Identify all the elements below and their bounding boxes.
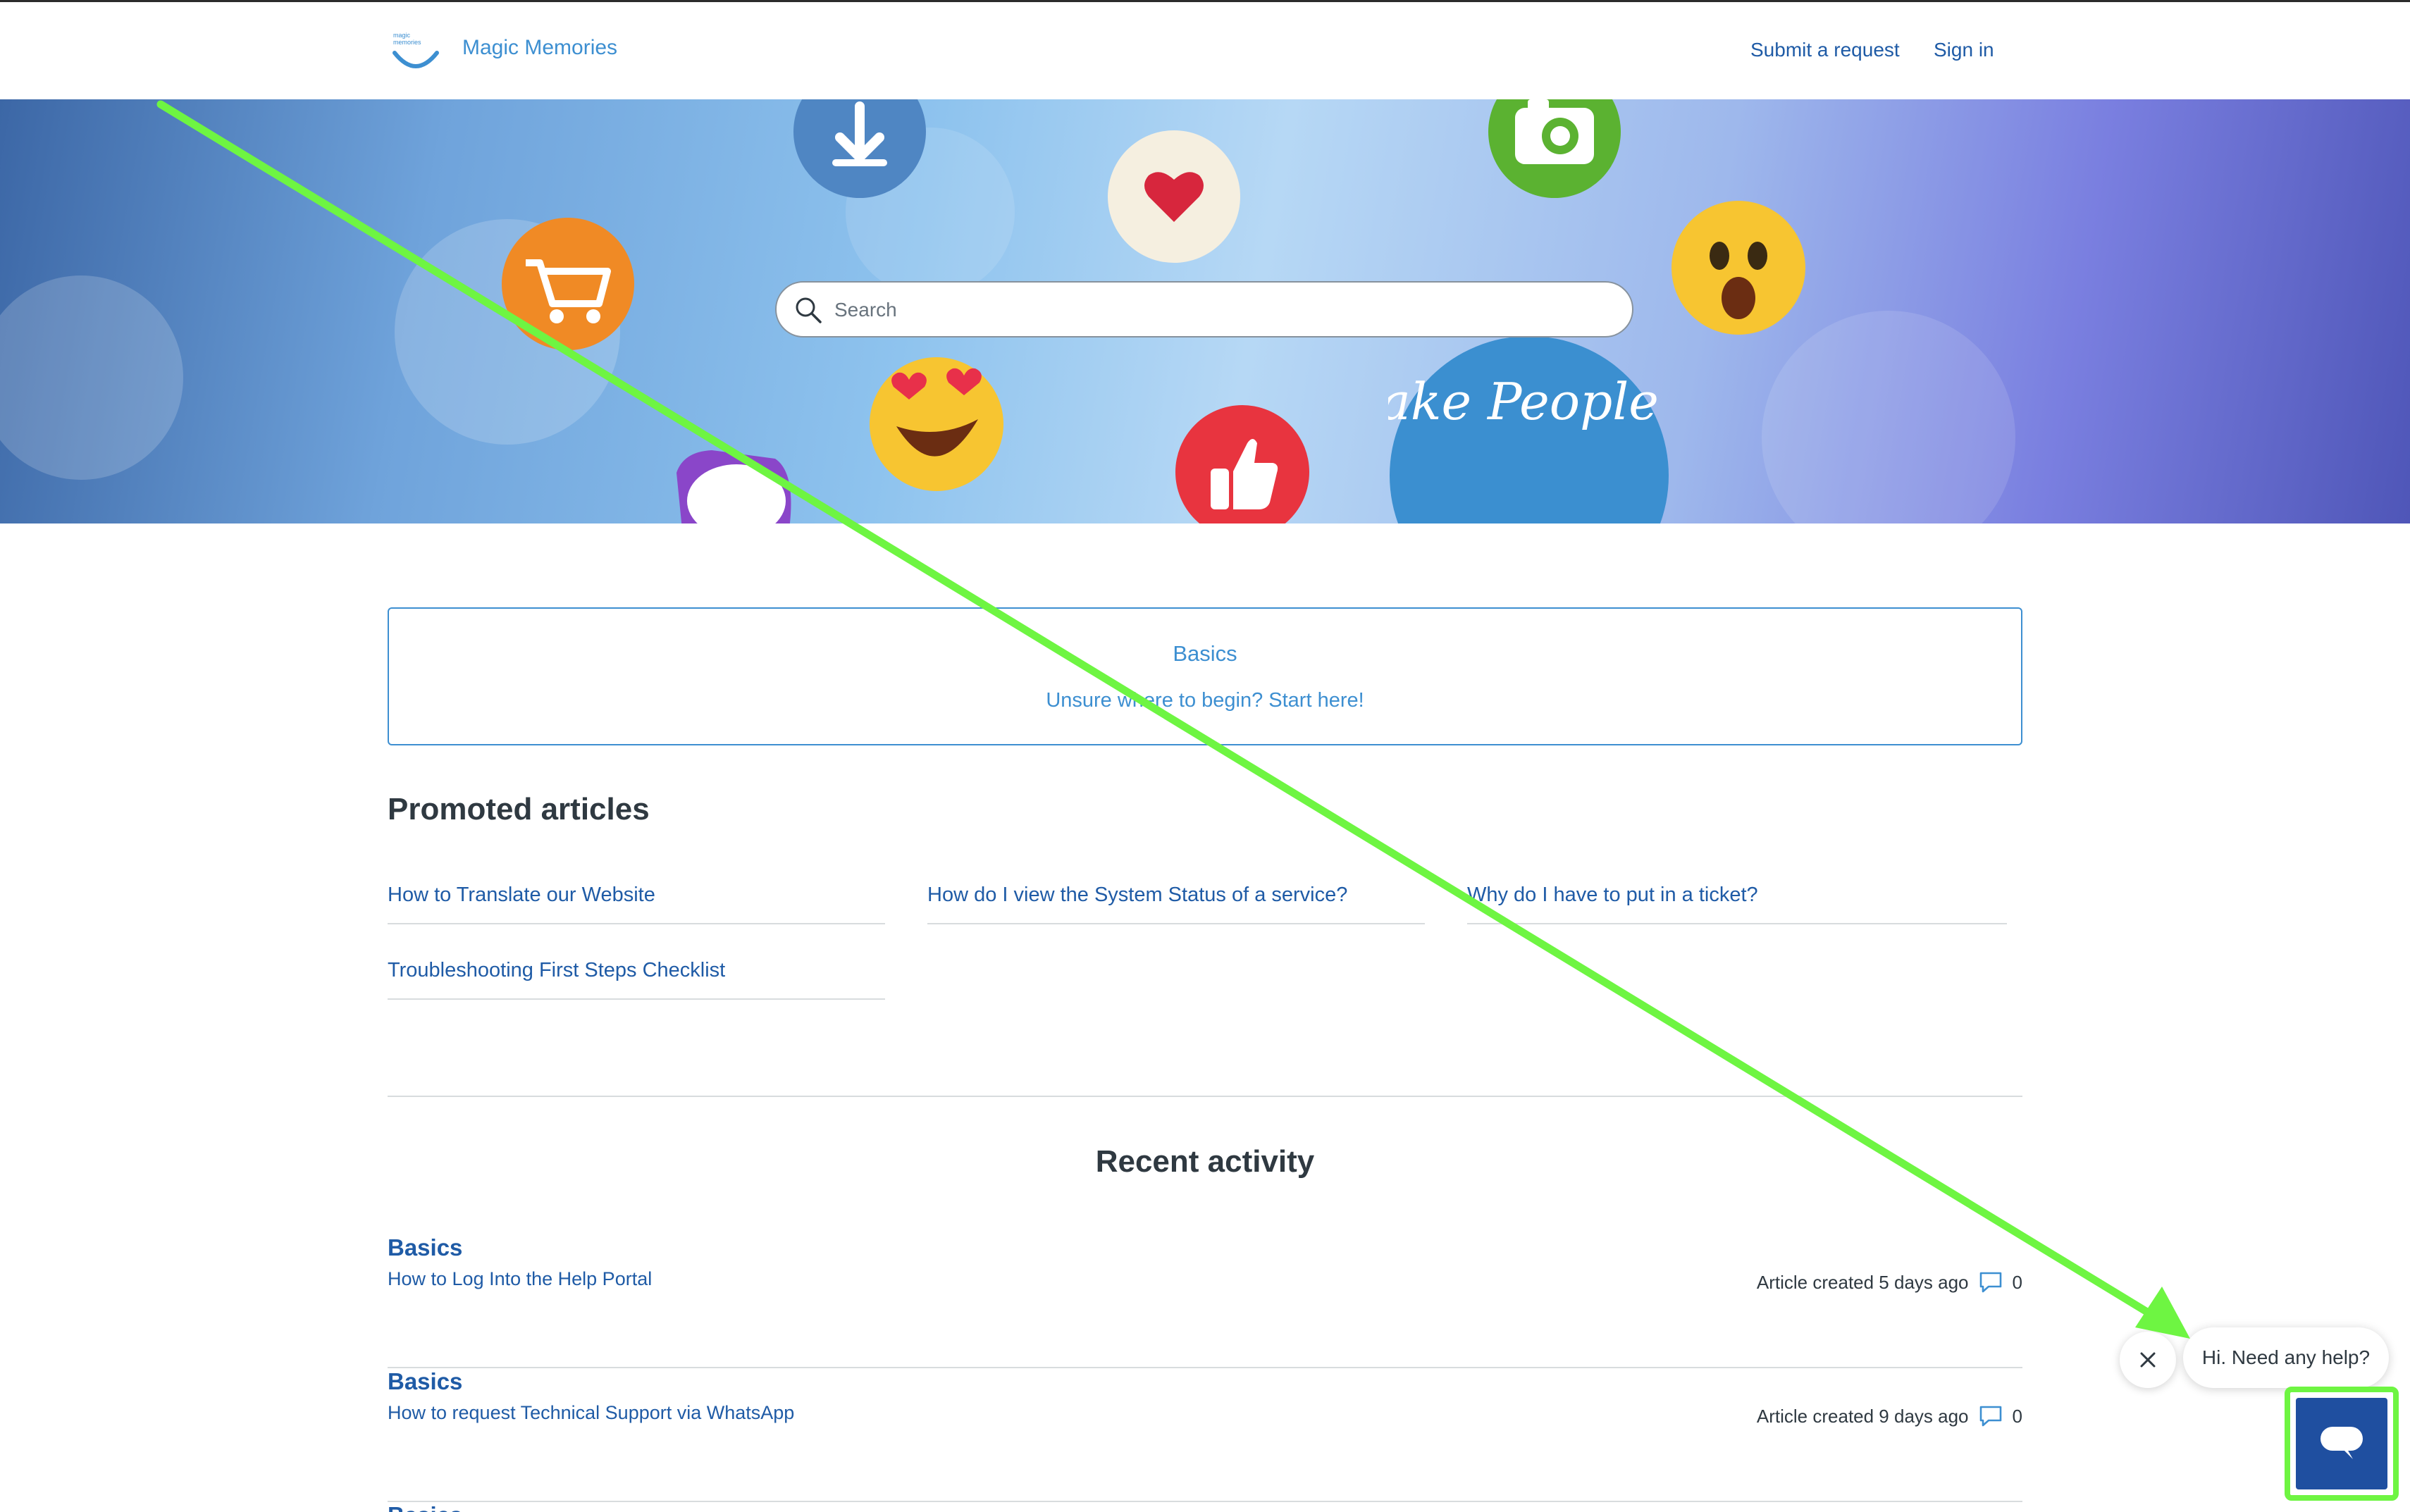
- brand-name[interactable]: Magic Memories: [462, 36, 617, 60]
- chat-icon: [2321, 1427, 2363, 1459]
- camera-icon: [1488, 99, 1621, 198]
- promoted-article-link[interactable]: How to Translate our Website: [388, 884, 885, 924]
- activity-item: Basics How to Log Into the Help Portal A…: [388, 1234, 2022, 1368]
- activity-article-link[interactable]: How to Log Into the Help Portal: [388, 1268, 652, 1290]
- close-icon: [2140, 1352, 2156, 1368]
- svg-text:memories: memories: [393, 39, 421, 46]
- download-icon: [793, 99, 926, 198]
- chat-launcher-button[interactable]: [2296, 1398, 2387, 1489]
- site-header: magic memories Magic Memories Submit a r…: [0, 2, 2410, 99]
- category-title[interactable]: Basics: [389, 641, 2021, 667]
- cart-icon: [502, 218, 634, 350]
- category-description: Unsure where to begin? Start here!: [1046, 689, 1364, 712]
- activity-timestamp: Article created 5 days ago: [1756, 1271, 1969, 1293]
- sign-in-link[interactable]: Sign in: [1934, 39, 1994, 61]
- bokeh-circle: [1762, 311, 2015, 523]
- promoted-articles-heading: Promoted articles: [388, 792, 650, 826]
- activity-timestamp: Article created 9 days ago: [1756, 1405, 1969, 1427]
- promoted-article-title[interactable]: Why do I have to put in a ticket?: [1467, 884, 1758, 906]
- promoted-article-title[interactable]: How to Translate our Website: [388, 884, 655, 906]
- chat-greeting-text: Hi. Need any help?: [2201, 1346, 2371, 1368]
- recent-activity-heading: Recent activity: [1095, 1144, 1315, 1179]
- search-input[interactable]: [833, 290, 1611, 330]
- chat-greeting-bubble[interactable]: Hi. Need any help?: [2183, 1327, 2389, 1388]
- svg-text:magic: magic: [393, 32, 411, 39]
- activity-meta: Article created 5 days ago 0: [1757, 1271, 2022, 1294]
- comment-icon: [1979, 1272, 2001, 1293]
- heart-icon: [1108, 130, 1240, 263]
- section-divider: [388, 1096, 2022, 1097]
- we-make-people-smile-badge: We make People Smile: [1388, 336, 1670, 523]
- promoted-article-link[interactable]: Troubleshooting First Steps Checklist: [388, 959, 885, 1000]
- thumbs-up-icon: [1175, 405, 1309, 523]
- promoted-article-title[interactable]: How do I view the System Status of a ser…: [927, 884, 1347, 906]
- submit-request-link[interactable]: Submit a request: [1750, 39, 1900, 61]
- activity-item: Basics: [388, 1502, 2022, 1512]
- speech-bubble-icon: [676, 450, 791, 523]
- bokeh-circle: [0, 275, 183, 480]
- hero-banner: We make People Smile: [0, 99, 2410, 523]
- magic-memories-logo-icon[interactable]: magic memories: [390, 27, 441, 74]
- promoted-article-title[interactable]: Troubleshooting First Steps Checklist: [388, 959, 725, 981]
- activity-category-link[interactable]: Basics: [388, 1502, 462, 1512]
- chat-launcher-highlight: [2285, 1387, 2399, 1501]
- comment-count: 0: [2012, 1405, 2022, 1427]
- activity-item: Basics How to request Technical Support …: [388, 1368, 2022, 1502]
- category-block-basics[interactable]: Basics Unsure where to begin? Start here…: [388, 607, 2022, 745]
- promoted-article-link[interactable]: Why do I have to put in a ticket?: [1467, 884, 2007, 924]
- surprised-emoji-icon: [1671, 201, 1805, 335]
- activity-article-link[interactable]: How to request Technical Support via Wha…: [388, 1402, 794, 1424]
- activity-meta: Article created 9 days ago 0: [1757, 1405, 2022, 1427]
- activity-category-link[interactable]: Basics: [388, 1234, 462, 1261]
- comment-icon: [1979, 1406, 2001, 1427]
- search-icon: [796, 297, 822, 323]
- chat-dismiss-button[interactable]: [2120, 1332, 2176, 1388]
- badge-text: We make People Smile: [1388, 372, 1670, 431]
- search-bar[interactable]: [775, 281, 1633, 337]
- heart-eyes-emoji-icon: [870, 357, 1003, 491]
- activity-category-link[interactable]: Basics: [388, 1368, 462, 1395]
- promoted-article-link[interactable]: How do I view the System Status of a ser…: [927, 884, 1425, 924]
- comment-count: 0: [2012, 1271, 2022, 1293]
